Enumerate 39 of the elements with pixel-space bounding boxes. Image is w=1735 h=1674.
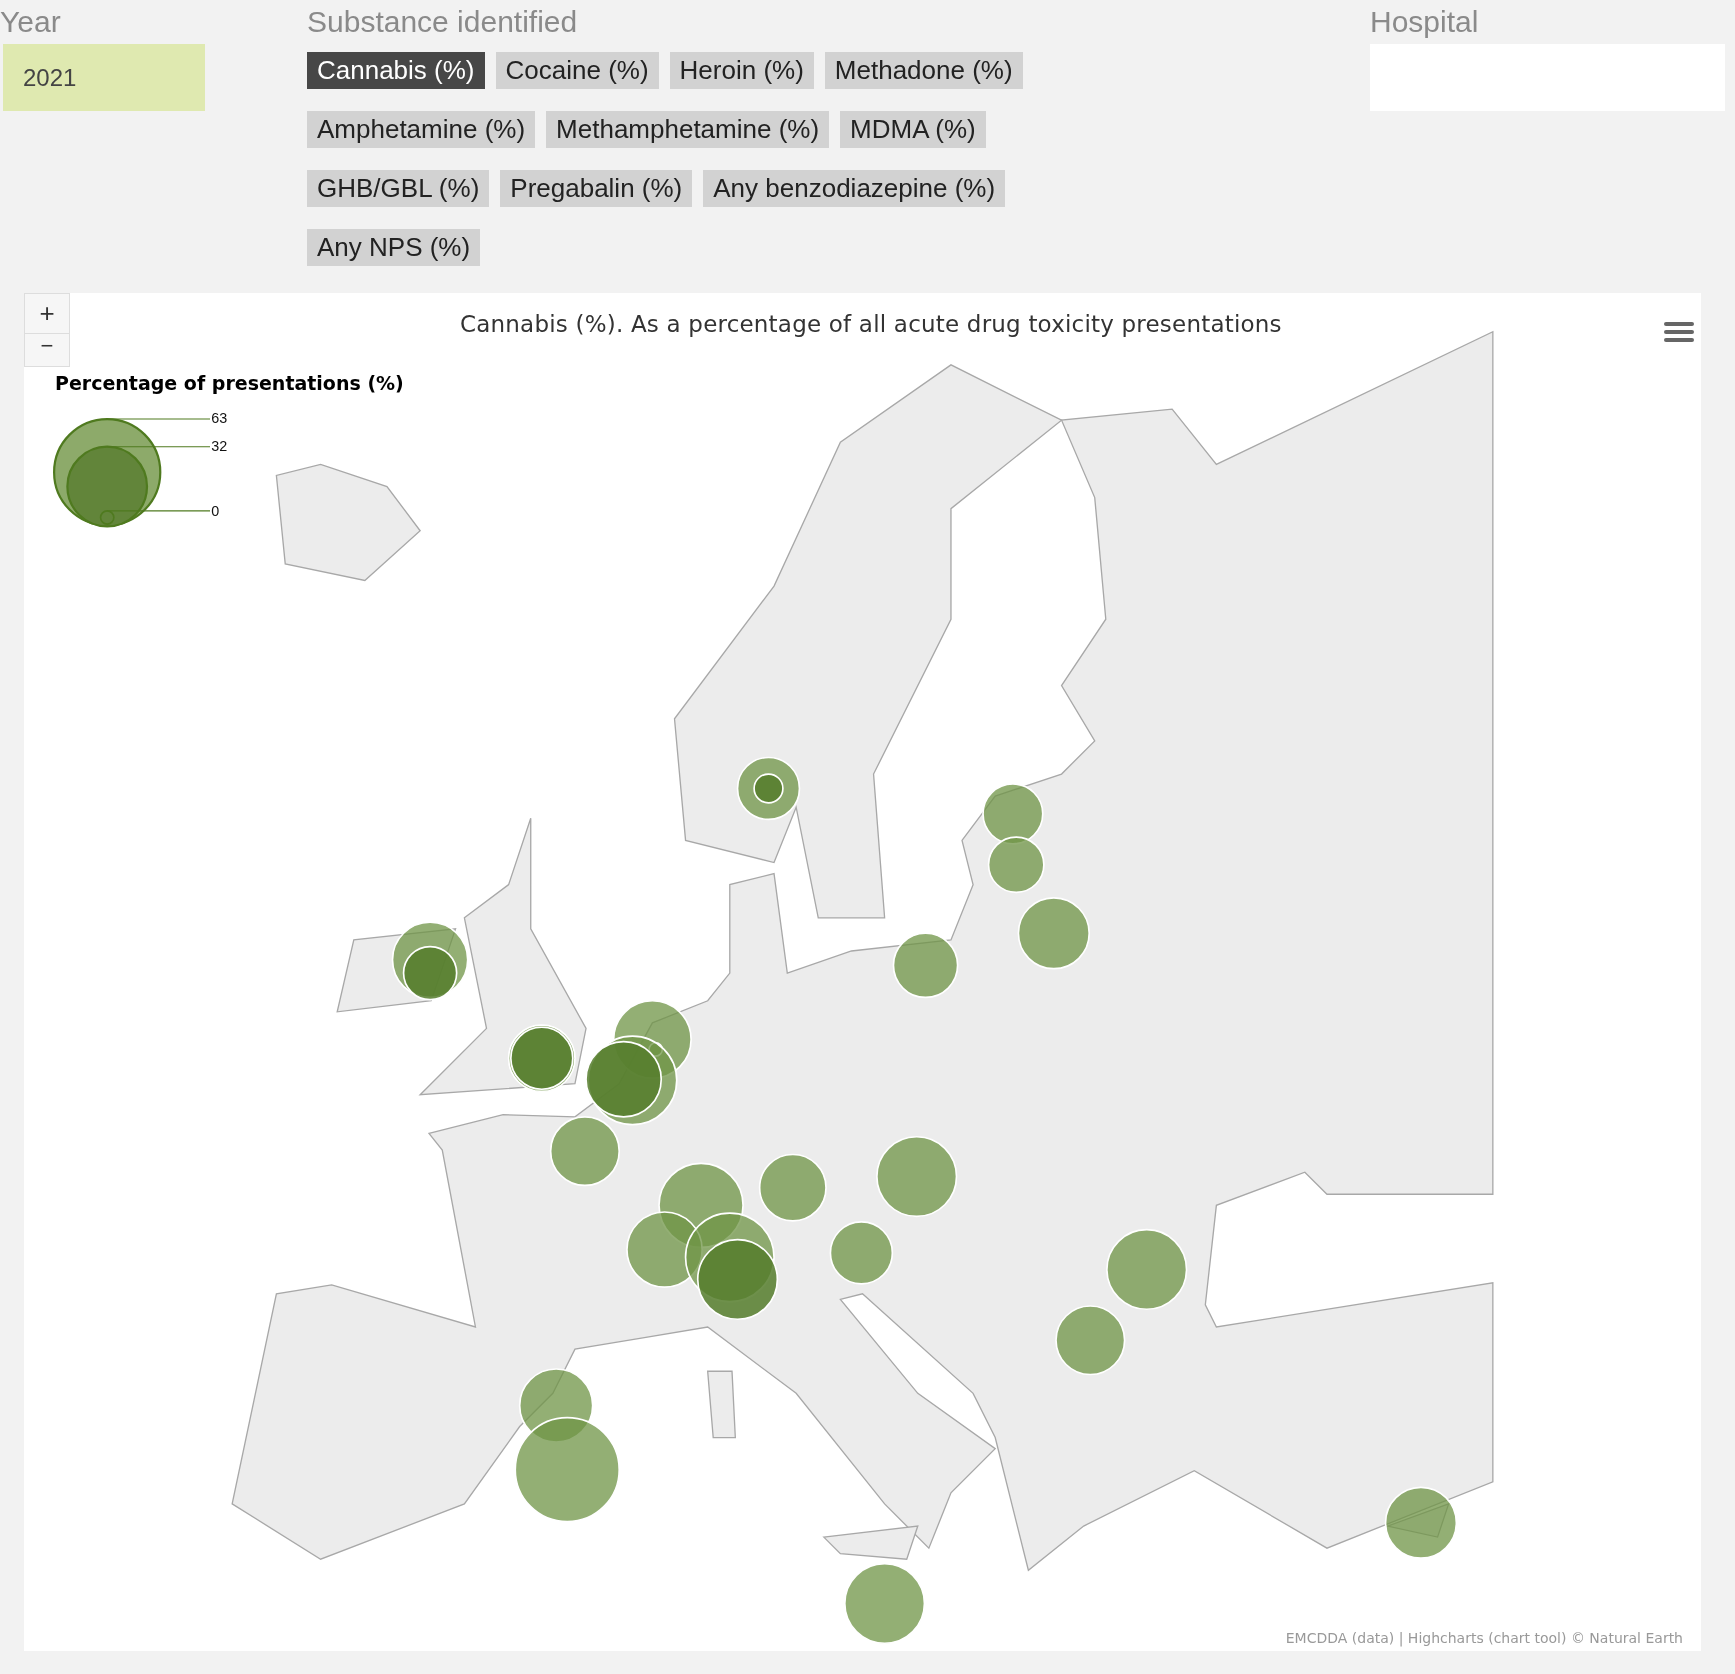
substance-label: Substance identified [307, 4, 579, 40]
data-bubble[interactable] [514, 1416, 621, 1523]
substance-tab[interactable]: Pregabalin (%) [500, 170, 693, 207]
substance-tab[interactable]: GHB/GBL (%) [307, 170, 490, 207]
substance-tab[interactable]: Amphetamine (%) [307, 111, 536, 148]
data-bubble[interactable] [402, 945, 458, 1001]
data-bubble[interactable] [696, 1238, 779, 1321]
zoom-in-button[interactable]: + [25, 294, 69, 334]
data-bubble[interactable] [1017, 897, 1091, 970]
year-field[interactable]: 2021 [3, 44, 205, 111]
menu-icon[interactable] [1664, 320, 1694, 344]
substance-tab[interactable]: Methadone (%) [824, 52, 1023, 89]
data-bubble[interactable] [876, 1135, 958, 1218]
year-label: Year [0, 4, 62, 40]
substance-tab[interactable]: Cannabis (%) [307, 52, 485, 89]
credits-text: EMCDDA (data) | Highcharts (chart tool) © Natural Earth [1285, 1629, 1683, 1649]
map-title: Cannabis (%). As a percentage of all acute drug toxicity presentations [460, 310, 1282, 339]
legend-value: 32 [211, 438, 228, 455]
legend-value: 63 [211, 410, 228, 427]
substance-tab[interactable]: Any NPS (%) [307, 229, 481, 266]
data-bubble[interactable] [892, 932, 959, 999]
legend-value: 0 [211, 503, 220, 520]
hospital-label: Hospital [1370, 4, 1480, 40]
data-bubble[interactable] [987, 836, 1045, 894]
substance-tab[interactable]: Heroin (%) [669, 52, 814, 89]
data-bubble[interactable] [1106, 1228, 1188, 1311]
zoom-out-button[interactable]: − [25, 334, 69, 366]
legend-title: Percentage of presentations (%) [55, 371, 404, 396]
data-bubble[interactable] [549, 1116, 621, 1187]
data-bubble[interactable] [843, 1562, 926, 1645]
data-bubble[interactable] [829, 1221, 894, 1285]
substance-tab[interactable]: Methamphetamine (%) [546, 111, 830, 148]
data-bubble[interactable] [1384, 1486, 1458, 1559]
substance-tab[interactable]: Any benzodiazepine (%) [703, 170, 1006, 207]
data-bubble[interactable] [1055, 1305, 1126, 1376]
data-bubble[interactable] [585, 1040, 663, 1118]
substance-tab[interactable]: Cocaine (%) [495, 52, 659, 89]
data-bubble[interactable] [758, 1153, 827, 1222]
substance-tab[interactable]: MDMA (%) [840, 111, 986, 148]
